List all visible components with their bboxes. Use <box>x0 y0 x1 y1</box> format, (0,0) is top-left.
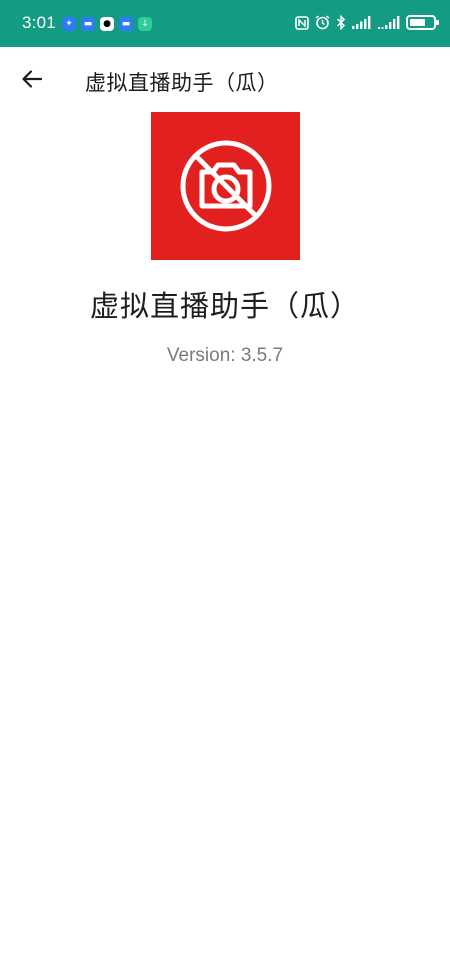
message-icon: ▬ <box>119 17 133 31</box>
notification-icons: ✦ ▬ ● ▬ ↓ <box>62 17 152 31</box>
battery-icon <box>406 15 439 30</box>
download-icon: ↓ <box>138 17 152 31</box>
no-camera-icon <box>180 140 271 232</box>
app-bar: 虚拟直播助手（瓜） <box>0 47 450 111</box>
signal-icon <box>352 16 371 29</box>
arrow-left-icon <box>22 70 43 88</box>
signal-icon <box>378 16 400 29</box>
system-icons <box>295 15 439 30</box>
bluetooth-icon <box>336 15 346 30</box>
qq-icon: ● <box>100 17 114 31</box>
app-logo <box>151 112 300 260</box>
status-bar: 3:01 ✦ ▬ ● ▬ ↓ <box>0 0 450 47</box>
message-icon: ▬ <box>81 17 95 31</box>
alarm-icon <box>315 15 330 30</box>
app-notification-icon: ✦ <box>62 17 76 31</box>
page-title: 虚拟直播助手（瓜） <box>85 71 279 95</box>
nfc-icon <box>295 15 309 30</box>
back-button[interactable] <box>14 61 50 97</box>
version-text: Version: 3.5.7 <box>166 345 284 366</box>
app-name: 虚拟直播助手（瓜） <box>89 289 360 323</box>
status-time: 3:01 <box>22 13 56 32</box>
